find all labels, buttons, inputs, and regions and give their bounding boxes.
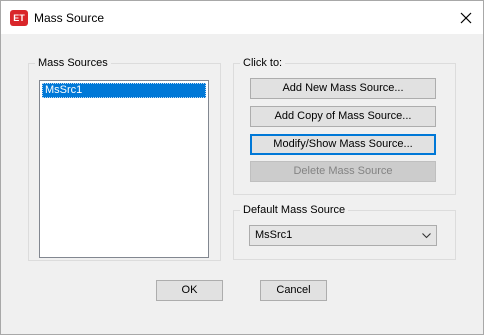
- add-copy-mass-source-button[interactable]: Add Copy of Mass Source...: [250, 106, 436, 127]
- delete-mass-source-button: Delete Mass Source: [250, 161, 436, 182]
- mass-sources-list[interactable]: MsSrc1: [39, 80, 209, 258]
- mass-sources-legend: Mass Sources: [35, 57, 111, 70]
- default-mass-source-legend: Default Mass Source: [240, 204, 349, 217]
- default-mass-source-select[interactable]: MsSrc1: [249, 225, 437, 246]
- cancel-button[interactable]: Cancel: [260, 280, 327, 301]
- mass-source-dialog: ET Mass Source Mass Sources MsSrc1 Click…: [0, 0, 484, 335]
- chevron-down-icon: [422, 233, 431, 239]
- window-title: Mass Source: [34, 11, 105, 25]
- title-bar: ET Mass Source: [1, 1, 483, 34]
- modify-show-mass-source-button[interactable]: Modify/Show Mass Source...: [250, 134, 436, 155]
- app-icon: ET: [10, 10, 28, 26]
- add-new-mass-source-button[interactable]: Add New Mass Source...: [250, 78, 436, 99]
- close-button[interactable]: [449, 1, 483, 34]
- default-mass-source-value: MsSrc1: [255, 229, 293, 241]
- close-icon: [460, 12, 472, 23]
- click-to-legend: Click to:: [240, 57, 286, 70]
- ok-button[interactable]: OK: [156, 280, 223, 301]
- list-item-mssrc1[interactable]: MsSrc1: [42, 83, 206, 98]
